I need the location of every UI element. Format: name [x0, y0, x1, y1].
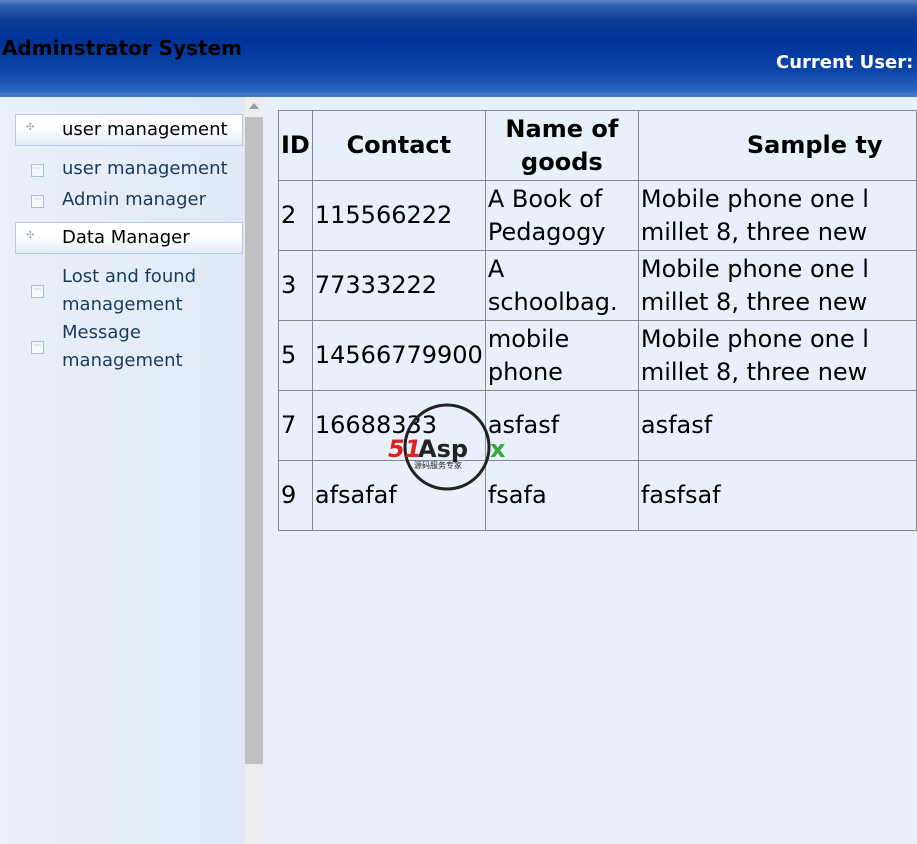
scroll-up-arrow-icon[interactable]: [249, 103, 259, 109]
table-cell: 7: [278, 390, 313, 461]
table-cell: Mobile phone one l millet 8, three new: [637, 250, 917, 321]
table-row: 7 16688333 asfasf asfasf: [278, 390, 917, 461]
table-cell: Mobile phone one l millet 8, three new: [637, 320, 917, 391]
sidebar-scrollbar[interactable]: [245, 97, 263, 844]
table-cell: 9: [278, 460, 313, 531]
table-cell: asfasf: [637, 390, 917, 461]
svg-text:x: x: [490, 435, 506, 463]
col-id: ID: [278, 110, 313, 181]
move-icon: ✣: [26, 230, 35, 241]
svg-text:源码服务专家: 源码服务专家: [414, 460, 462, 470]
table-cell: 2: [278, 180, 313, 251]
svg-text:51: 51: [388, 435, 421, 463]
goods-table: ID Contact Name of goods Sample ty 2 1155…: [278, 110, 917, 531]
table-row: 9 afsafaf fsafa fasfsaf: [278, 460, 917, 531]
sidebar-item-message-management[interactable]: ··· Message management: [31, 319, 212, 375]
header-bar: Adminstrator System Current User:: [0, 0, 917, 97]
move-icon: ✣: [26, 122, 35, 133]
sidebar-group-user-management[interactable]: ✣ user management: [15, 114, 243, 146]
sidebar-group-data-manager[interactable]: ✣ Data Manager: [15, 222, 243, 254]
scrollbar-thumb[interactable]: [245, 117, 263, 764]
table-cell: Mobile phone one l millet 8, three new: [637, 180, 917, 251]
app-title: Adminstrator System: [2, 36, 242, 60]
page-icon: ···: [31, 341, 44, 354]
col-contact: Contact: [311, 110, 486, 181]
table-row: 5 14566779900 mobile phone Mobile phone one…: [278, 320, 917, 391]
table-cell: 5: [278, 320, 313, 391]
sidebar-item-lost-and-found[interactable]: ··· Lost and found management: [31, 263, 212, 319]
page-icon: ···: [31, 285, 44, 298]
sidebar-item-user-management[interactable]: ··· user management: [31, 155, 228, 183]
page-icon: ···: [31, 195, 44, 208]
table-cell: 77333222: [311, 250, 486, 321]
table-row: 2 115566222 A Book of Pedagogy Mobile phone…: [278, 180, 917, 251]
current-user-label: Current User:: [776, 52, 914, 73]
page-icon: ···: [31, 164, 44, 177]
table-cell: mobile phone: [484, 320, 639, 391]
col-sample-type: Sample ty: [637, 110, 917, 181]
sidebar: ✣ user management ··· user management ··· A…: [0, 97, 245, 844]
watermark-logo: 51 Asp x 源码服务专家: [388, 403, 506, 491]
table-cell: 14566779900: [311, 320, 486, 391]
table-row: 3 77333222 A schoolbag. Mobile phone one l …: [278, 250, 917, 321]
table-cell: A Book of Pedagogy: [484, 180, 639, 251]
sidebar-item-admin-manager[interactable]: ··· Admin manager: [31, 186, 206, 214]
table-cell: 3: [278, 250, 313, 321]
col-name-of-goods: Name of goods: [484, 110, 639, 181]
table-cell: A schoolbag.: [484, 250, 639, 321]
table-header-row: ID Contact Name of goods Sample ty: [278, 110, 917, 181]
svg-text:Asp: Asp: [418, 435, 468, 463]
table-cell: 115566222: [311, 180, 486, 251]
table-cell: fasfsaf: [637, 460, 917, 531]
